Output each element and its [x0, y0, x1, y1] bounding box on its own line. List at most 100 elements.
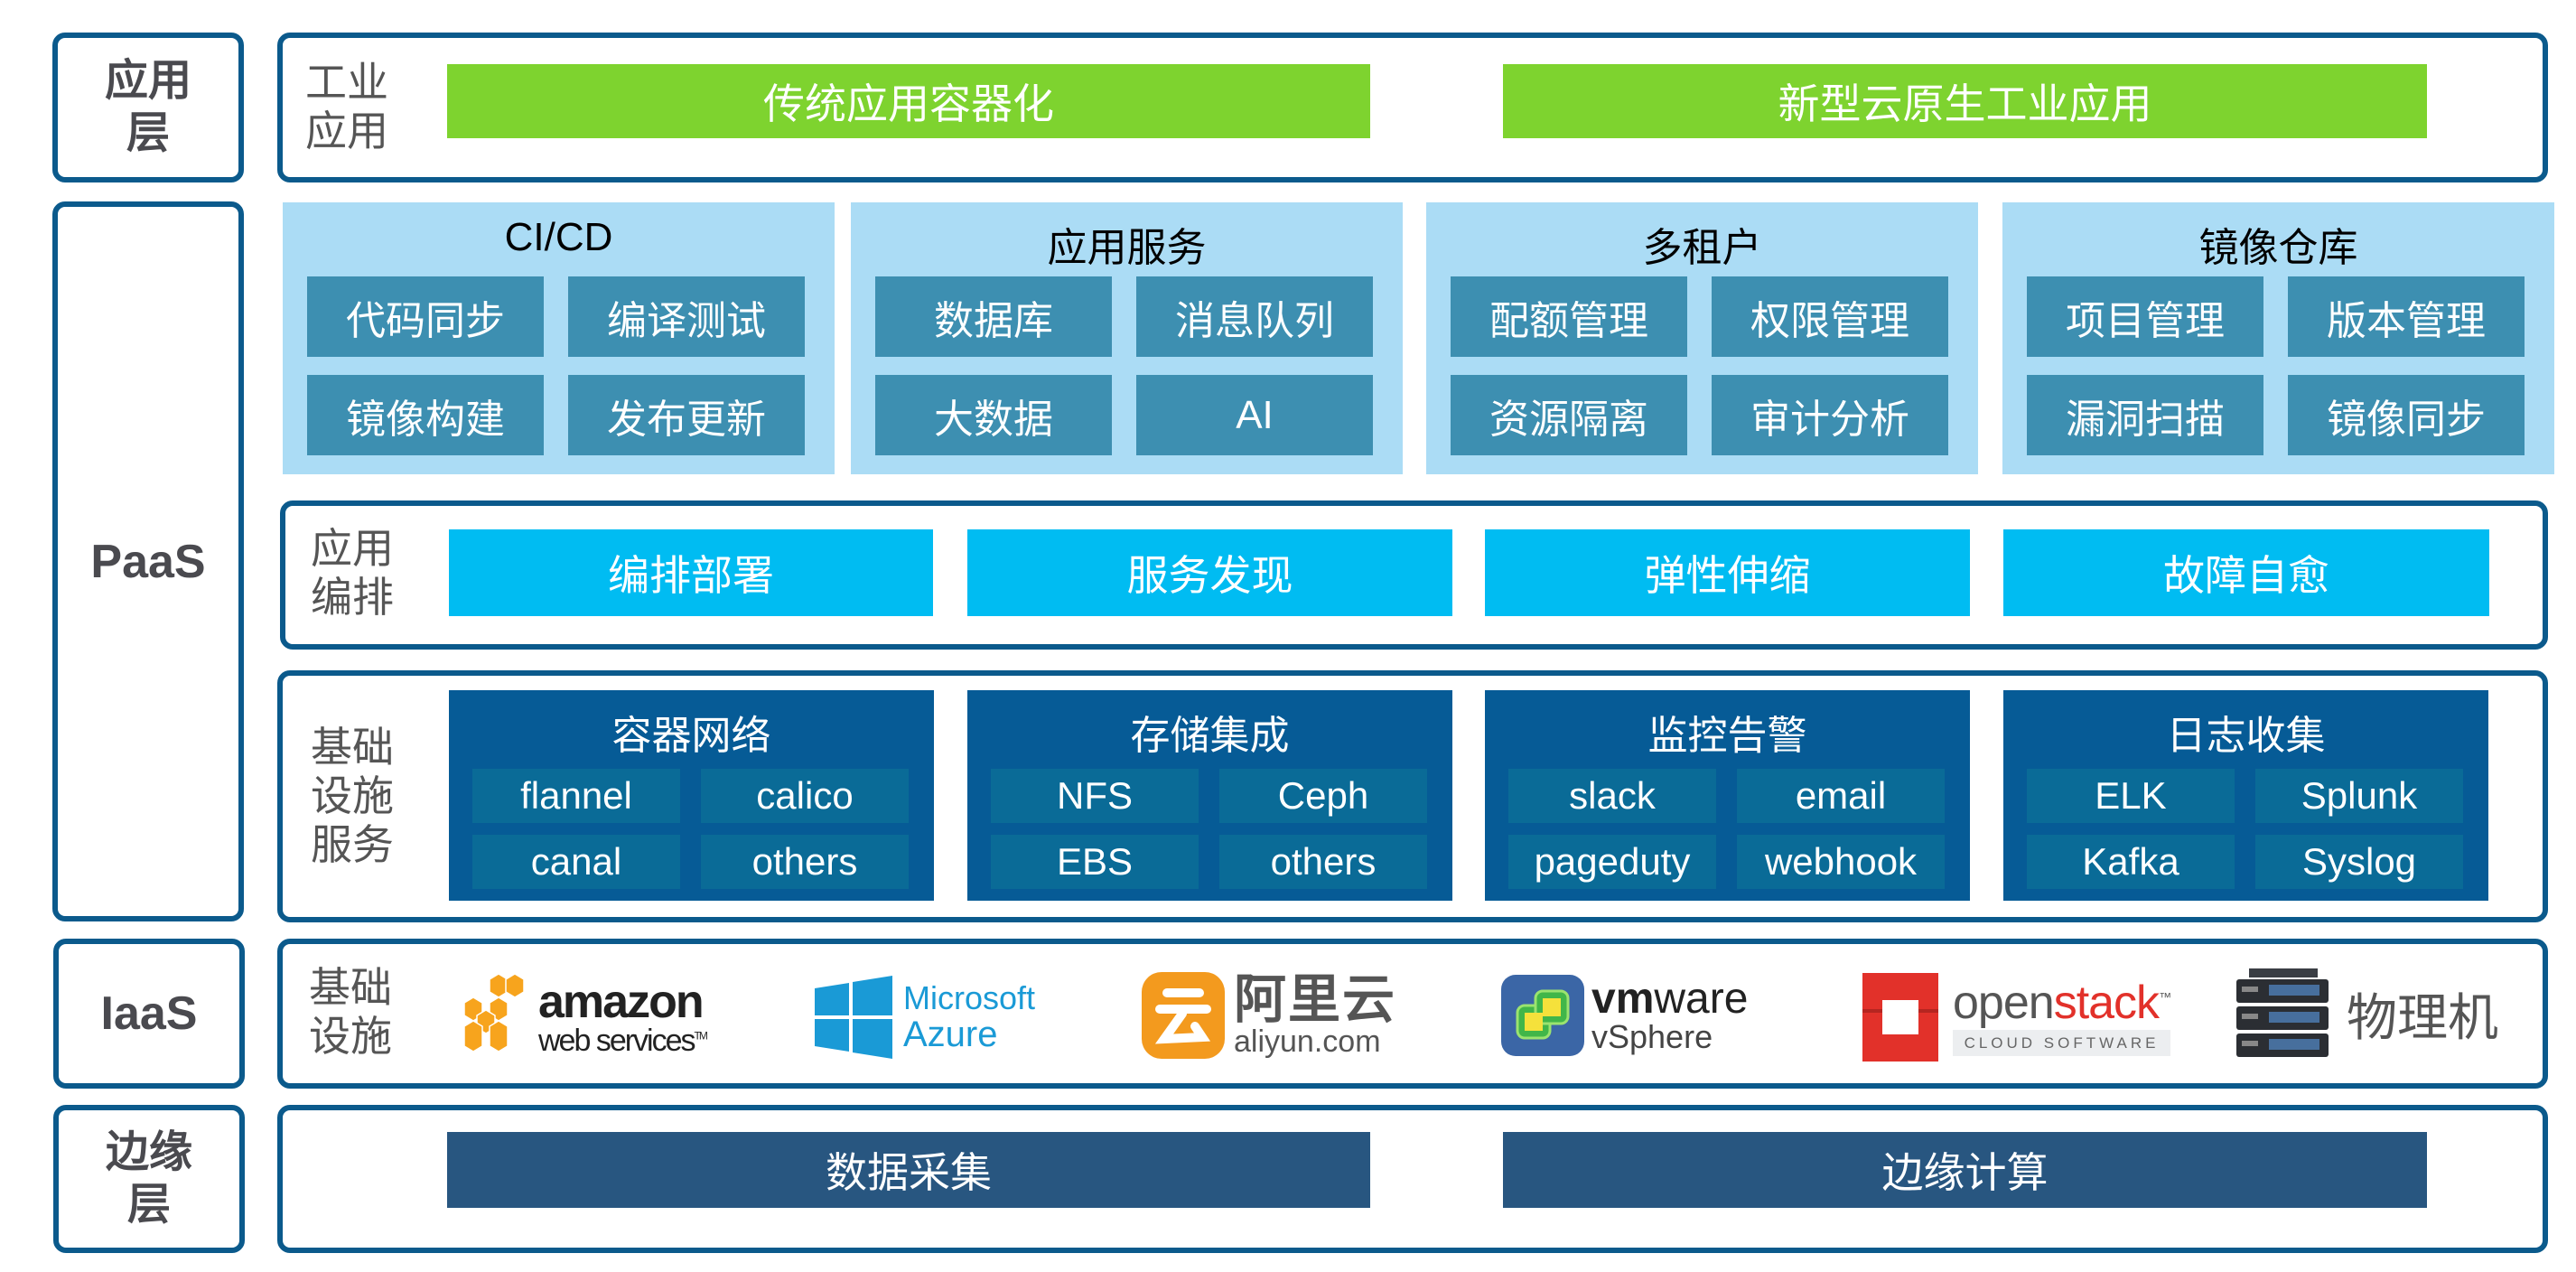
aliyun-icon	[1142, 972, 1225, 1059]
layer-label-line: 层	[126, 1181, 171, 1229]
panel-sub-tile: ELK	[2027, 769, 2235, 823]
orchestration-bar-autoscaling: 弹性伸缩	[1485, 529, 1970, 616]
panel-multi-tenant: 多租户配额管理 权限管理 资源隔离 审计分析	[1426, 202, 1978, 474]
vmware-logo: vmware vSphere	[1501, 972, 1748, 1059]
side-label-line: 应用	[305, 108, 388, 154]
openstack-open: open	[1953, 976, 2055, 1029]
openstack-logo: openstack™ CLOUD SOFTWARE	[1855, 963, 2171, 1071]
panel-sub-tile: EBS	[991, 835, 1199, 889]
panel-tile: 项目管理	[2027, 276, 2263, 357]
openstack-wordmark: openstack™ CLOUD SOFTWARE	[1953, 976, 2171, 1056]
panel-tile: 权限管理	[1712, 276, 1948, 357]
panel-tile: 消息队列	[1136, 276, 1373, 357]
aws-line1: amazon	[538, 976, 705, 1028]
side-label-line: 工业	[305, 59, 388, 106]
vmware-ware: ware	[1654, 975, 1749, 1023]
infra-services-side-label: 基础 设施 服务	[311, 723, 410, 869]
layer-label-edge: 边缘层	[53, 1105, 245, 1253]
orchestration-bar-deploy: 编排部署	[449, 529, 933, 616]
panel-sub-tile: slack	[1508, 769, 1716, 823]
vmware-vsphere: vSphere	[1591, 1018, 1713, 1055]
azure-logo: Microsoft Azure	[815, 972, 1035, 1062]
azure-wordmark: Microsoft Azure	[903, 981, 1035, 1053]
panel-sub-tile: email	[1737, 769, 1945, 823]
openstack-stack: stack	[2053, 976, 2160, 1029]
orchestration-bar-self-healing: 故障自愈	[2003, 529, 2489, 616]
vsphere-icon	[1501, 975, 1584, 1056]
azure-line1: Microsoft	[903, 979, 1036, 1017]
orchestration-side-label: 应用 编排	[311, 524, 410, 622]
layer-label-text: IaaS	[100, 987, 198, 1040]
layer-label-app: 应用层	[52, 33, 244, 182]
panel-tile: 镜像同步	[2288, 375, 2525, 455]
panel-tile: 配额管理	[1451, 276, 1687, 357]
panel-title: 容器网络	[611, 714, 771, 758]
panel-tile: 大数据	[875, 375, 1112, 455]
side-label-line: 设施	[309, 1013, 392, 1060]
side-label-line: 应用	[311, 525, 394, 572]
panel-tile: 数据库	[875, 276, 1112, 357]
aliyun-domain: aliyun.com	[1234, 1024, 1381, 1059]
openstack-sub: CLOUD SOFTWARE	[1953, 1029, 2171, 1056]
panel-tile: 审计分析	[1712, 375, 1948, 455]
panel-storage: 存储集成 NFS Ceph EBS others	[967, 690, 1452, 901]
panel-tile: 代码同步	[307, 276, 544, 357]
openstack-icon	[1862, 973, 1938, 1062]
aws-logo: amazon web servicesTM	[462, 963, 708, 1071]
orchestration-bar-service-discovery: 服务发现	[967, 529, 1452, 616]
panel-cicd: CI/CD 代码同步 编译测试 镜像构建 发布更新	[283, 202, 835, 474]
azure-line2: Azure	[903, 1014, 998, 1054]
panel-sub-tile: NFS	[991, 769, 1199, 823]
panel-image-registry: 镜像仓库 项目管理 版本管理 漏洞扫描 镜像同步	[2002, 202, 2554, 474]
panel-container-network: 容器网络 flannel calico canal others	[449, 690, 934, 901]
vmware-wordmark: vmware vSphere	[1591, 977, 1748, 1053]
side-label-line: 服务	[311, 821, 394, 868]
panel-title: 日志收集	[2166, 714, 2326, 758]
aliyun-wordmark: 阿里云 aliyun.com	[1234, 974, 1396, 1059]
layer-label-paas: PaaS	[52, 201, 244, 921]
aliyun-logo: 阿里云 aliyun.com	[1142, 970, 1396, 1061]
server-rack-icon	[2236, 968, 2329, 1057]
panel-tile: 版本管理	[2288, 276, 2525, 357]
app-side-label: 工业 应用	[305, 58, 405, 155]
iaas-side-label: 基础 设施	[309, 963, 408, 1061]
layer-label-line: 层	[126, 109, 170, 157]
panel-tile: AI	[1136, 375, 1373, 455]
side-label-line: 编排	[311, 574, 394, 621]
panel-sub-tile: flannel	[472, 769, 680, 823]
panel-sub-tile: others	[1219, 835, 1427, 889]
vmware-vm: vm	[1591, 975, 1655, 1023]
panel-sub-tile: Syslog	[2255, 835, 2463, 889]
panel-title: CI/CD	[504, 215, 613, 259]
panel-sub-tile: Ceph	[1219, 769, 1427, 823]
panel-sub-tile: Splunk	[2255, 769, 2463, 823]
panel-title: 多租户	[1642, 226, 1762, 270]
app-bar-cloud-native: 新型云原生工业应用	[1503, 64, 2427, 138]
aws-line2: web services	[538, 1024, 696, 1058]
panel-tile: 编译测试	[568, 276, 805, 357]
panel-title: 镜像仓库	[2198, 226, 2358, 270]
side-label-line: 基础	[311, 724, 394, 771]
layer-label-text: PaaS	[90, 535, 206, 588]
panel-logging: 日志收集 ELK Splunk Kafka Syslog	[2003, 690, 2488, 901]
panel-sub-tile: others	[701, 835, 909, 889]
panel-sub-tile: pageduty	[1508, 835, 1716, 889]
edge-bar-data-collection: 数据采集	[447, 1132, 1370, 1208]
panel-sub-tile: canal	[472, 835, 680, 889]
panel-title: 应用服务	[1047, 226, 1207, 270]
windows-icon	[815, 976, 892, 1059]
panel-tile: 资源隔离	[1451, 375, 1687, 455]
panel-title: 监控告警	[1647, 714, 1807, 758]
physical-machine: 物理机	[2233, 968, 2498, 1059]
aws-cubes-icon	[463, 973, 525, 1052]
side-label-line: 设施	[311, 772, 394, 819]
physical-machine-label: 物理机	[2347, 988, 2498, 1046]
panel-sub-tile: calico	[701, 769, 909, 823]
layer-label-iaas: IaaS	[53, 939, 245, 1089]
panel-sub-tile: webhook	[1737, 835, 1945, 889]
side-label-line: 基础	[309, 964, 392, 1011]
edge-bar-edge-computing: 边缘计算	[1503, 1132, 2427, 1208]
panel-tile: 发布更新	[568, 375, 805, 455]
openstack-tm: ™	[2159, 989, 2171, 1005]
panel-monitoring: 监控告警 slack email pageduty webhook	[1485, 690, 1970, 901]
